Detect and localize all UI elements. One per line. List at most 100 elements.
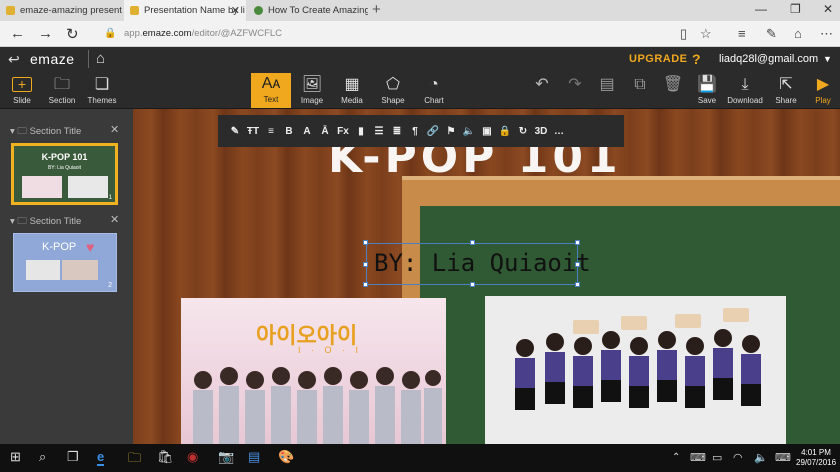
shape-tool-button[interactable]: ⬠ Shape xyxy=(373,74,413,105)
font-size-icon[interactable]: ŦT xyxy=(244,126,262,137)
emaze-header xyxy=(0,47,840,72)
resize-handle[interactable] xyxy=(575,282,580,287)
themes-icon: ❏ xyxy=(94,76,110,93)
store-icon[interactable]: 🛍 xyxy=(157,449,174,465)
media-app-icon[interactable]: ◉ xyxy=(187,449,198,465)
web-note-icon[interactable]: ✎ xyxy=(766,26,777,42)
group-photo-2-figures xyxy=(515,308,761,410)
share-button[interactable]: ⇱ Share xyxy=(766,74,806,105)
share-icon[interactable]: ⌂ xyxy=(794,26,802,41)
account-email[interactable]: liadq28l@gmail.com xyxy=(719,53,818,65)
slide-number: 1 xyxy=(108,195,112,201)
save-button[interactable]: 💾 Save xyxy=(687,74,727,105)
brush-icon[interactable]: ✎ xyxy=(226,126,244,137)
lock-element-icon[interactable]: 🔒 xyxy=(496,126,514,137)
close-section-icon[interactable]: ✕ xyxy=(110,213,119,226)
text-tool-button[interactable]: Aᴀ Text xyxy=(251,73,291,108)
browser-tab-3[interactable]: How To Create Amazing Pres xyxy=(248,0,368,21)
flag-icon[interactable]: ⚑ xyxy=(442,126,460,137)
pie-chart-icon: ◔ xyxy=(429,76,439,93)
resize-handle[interactable] xyxy=(575,240,580,245)
favorite-icon[interactable]: ☆ xyxy=(700,26,712,42)
tab-label: How To Create Amazing Pres xyxy=(268,5,368,16)
play-button[interactable]: ▶ Play xyxy=(803,74,840,105)
section-header-2[interactable]: ▾ 🗀 Section Title xyxy=(10,214,81,230)
sound-icon[interactable]: 🔈 xyxy=(460,126,478,137)
new-tab-button[interactable]: + xyxy=(372,1,381,18)
plus-icon: + xyxy=(2,74,42,96)
home-icon[interactable]: ⌂ xyxy=(96,50,105,67)
add-section-button[interactable]: 🗀 Section xyxy=(42,74,82,105)
themes-button[interactable]: ❏ Themes xyxy=(82,74,122,105)
minimize-button[interactable]: — xyxy=(755,2,767,16)
section-header-1[interactable]: ▾ 🗀 Section Title xyxy=(10,124,81,140)
windows-start-icon[interactable]: ⊞ xyxy=(10,449,21,465)
align-center-icon[interactable]: ≡ xyxy=(262,126,280,137)
numbered-list-icon[interactable]: ≣ xyxy=(388,126,406,137)
restore-button[interactable]: ❐ xyxy=(790,2,801,16)
close-section-icon[interactable]: ✕ xyxy=(110,123,119,136)
3d-icon[interactable]: 3D xyxy=(532,126,550,137)
battery-icon[interactable]: ▭ xyxy=(712,451,722,464)
system-clock[interactable]: 4:01 PM 29/07/2016 xyxy=(796,448,836,468)
close-window-button[interactable]: ✕ xyxy=(823,2,833,16)
document-app-icon[interactable]: ▤ xyxy=(248,449,260,465)
browser-tab-2[interactable]: Presentation Name by li ✕ xyxy=(124,0,246,21)
more-options-icon[interactable]: … xyxy=(550,126,568,137)
emaze-logo[interactable]: emaze xyxy=(30,51,75,67)
more-icon[interactable]: ⋯ xyxy=(820,26,833,42)
search-icon[interactable]: ⌕ xyxy=(39,449,46,465)
menu-icon[interactable]: ↩ xyxy=(8,51,20,68)
language-icon[interactable]: ⌨ xyxy=(690,451,706,464)
resize-handle[interactable] xyxy=(363,240,368,245)
slide-thumbnail-1[interactable]: K-POP 101 BY: Lia Quiaoit 1 xyxy=(11,143,118,205)
effects-icon[interactable]: Fx xyxy=(334,126,352,137)
forward-icon[interactable]: → xyxy=(38,25,53,42)
link-icon[interactable]: 🔗 xyxy=(424,126,442,137)
paint-icon[interactable]: 🎨 xyxy=(278,449,294,465)
film-icon: ▦ xyxy=(344,76,360,93)
chart-tool-button[interactable]: ◔ Chart xyxy=(414,74,454,105)
paragraph-icon[interactable]: ¶ xyxy=(406,126,424,137)
image-tool-button[interactable]: 🖼 Image xyxy=(292,74,332,105)
resize-handle[interactable] xyxy=(363,282,368,287)
group-photo-2[interactable] xyxy=(485,296,786,448)
rotate-icon[interactable]: ↻ xyxy=(514,126,532,137)
download-button[interactable]: ⤓ Download xyxy=(725,74,765,105)
file-explorer-icon[interactable]: 🗀 xyxy=(128,449,141,471)
add-slide-button[interactable]: + Slide xyxy=(2,74,42,105)
help-button[interactable]: ? xyxy=(692,51,701,67)
reading-view-icon[interactable]: ▯ xyxy=(680,26,687,42)
thumb-photo xyxy=(26,260,60,280)
resize-handle[interactable] xyxy=(363,262,368,267)
media-tool-button[interactable]: ▦ Media xyxy=(332,74,372,105)
hub-icon[interactable]: ≡ xyxy=(738,26,746,41)
edge-browser-icon[interactable]: e xyxy=(97,449,105,466)
text-color-icon[interactable]: A xyxy=(298,126,316,137)
keyboard-icon[interactable]: ⌨ xyxy=(775,451,791,464)
browser-tab-1[interactable]: emaze-amazing presentation xyxy=(0,0,122,21)
bold-icon[interactable]: B xyxy=(280,126,298,137)
task-view-icon[interactable]: ❐ xyxy=(67,449,79,465)
layer-icon[interactable]: ▣ xyxy=(478,126,496,137)
resize-handle[interactable] xyxy=(470,282,475,287)
refresh-icon[interactable]: ↻ xyxy=(66,25,79,43)
upgrade-button[interactable]: UPGRADE xyxy=(629,53,688,65)
chevron-down-icon[interactable]: ▼ xyxy=(823,54,832,64)
back-icon[interactable]: ← xyxy=(10,25,25,42)
highlight-icon[interactable]: Ā xyxy=(316,126,334,137)
resize-handle[interactable] xyxy=(470,240,475,245)
slide-thumbnail-2[interactable]: K-POP ♥ 2 xyxy=(13,233,117,292)
thumb-title: K-POP xyxy=(42,241,77,253)
url-input[interactable]: app.emaze.com/editor/@AZFWCFLC xyxy=(124,28,282,39)
opacity-icon[interactable]: ▮ xyxy=(352,126,370,137)
notifications-up-icon[interactable]: ⌃ xyxy=(672,452,680,463)
text-format-toolbar: ✎ ŦT ≡ B A Ā Fx ▮ ☰ ≣ ¶ 🔗 ⚑ 🔈 ▣ 🔒 ↻ 3D … xyxy=(218,115,624,147)
byline-text[interactable]: BY: Lia Quiaoit xyxy=(374,249,591,277)
wifi-icon[interactable]: ◠ xyxy=(733,451,743,464)
volume-icon[interactable]: 🔈 xyxy=(754,451,768,464)
camera-icon[interactable]: 📷 xyxy=(218,449,234,465)
pentagon-icon: ⬠ xyxy=(386,76,400,93)
bullet-list-icon[interactable]: ☰ xyxy=(370,126,388,137)
close-tab-icon[interactable]: ✕ xyxy=(231,4,240,17)
